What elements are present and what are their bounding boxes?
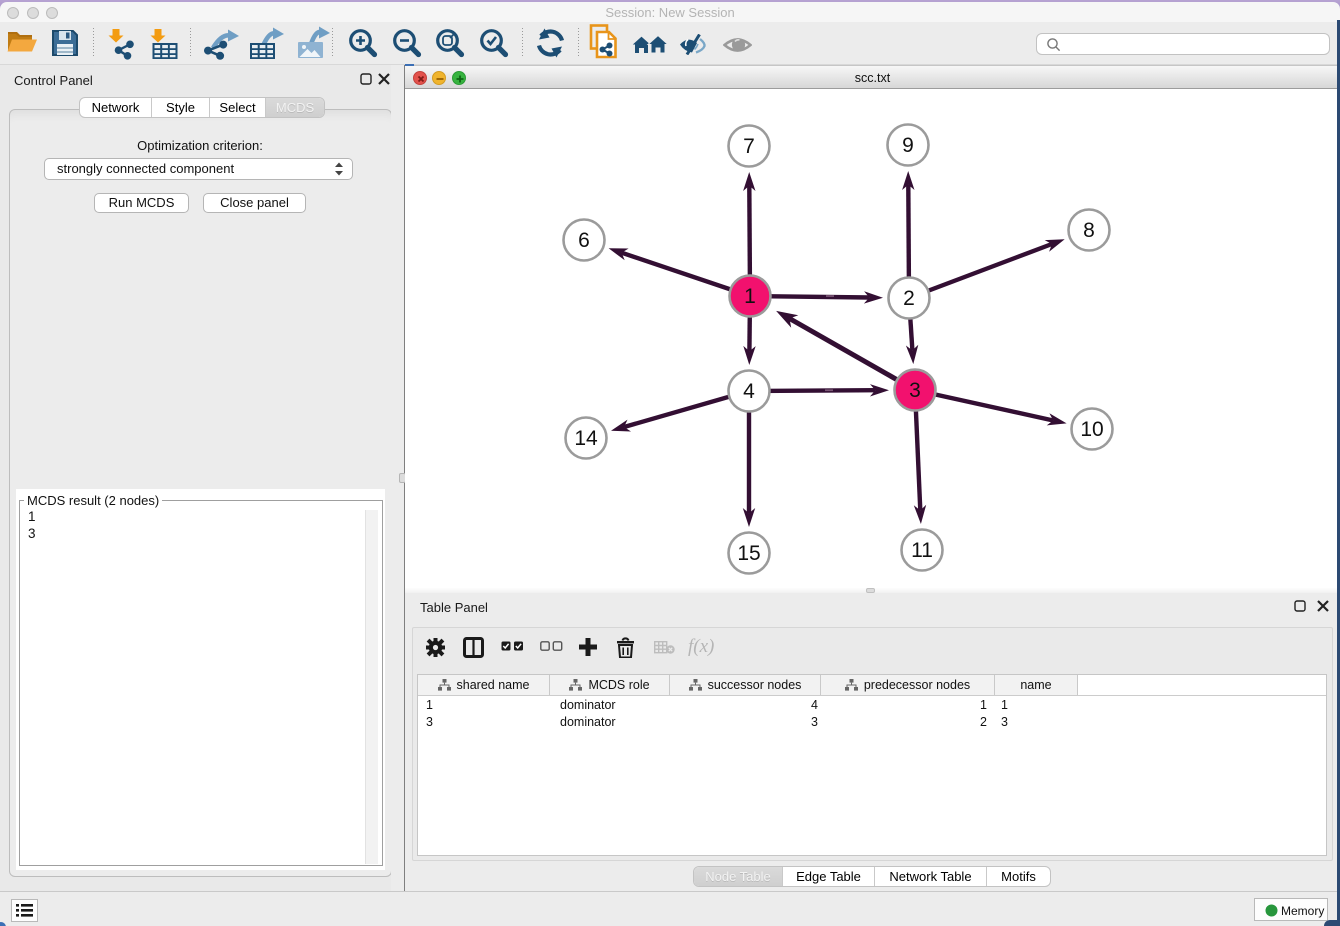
svg-text:2: 2 bbox=[903, 287, 915, 310]
svg-text:4: 4 bbox=[743, 380, 755, 403]
svg-text:6: 6 bbox=[578, 229, 590, 252]
svg-text:9: 9 bbox=[902, 134, 914, 157]
svg-text:3: 3 bbox=[909, 379, 921, 402]
svg-text:10: 10 bbox=[1080, 418, 1103, 441]
svg-text:14: 14 bbox=[574, 427, 598, 450]
svg-text:15: 15 bbox=[737, 542, 760, 565]
svg-text:8: 8 bbox=[1083, 219, 1095, 242]
svg-text:1: 1 bbox=[744, 285, 756, 308]
svg-text:7: 7 bbox=[743, 135, 755, 158]
svg-text:11: 11 bbox=[911, 539, 933, 562]
